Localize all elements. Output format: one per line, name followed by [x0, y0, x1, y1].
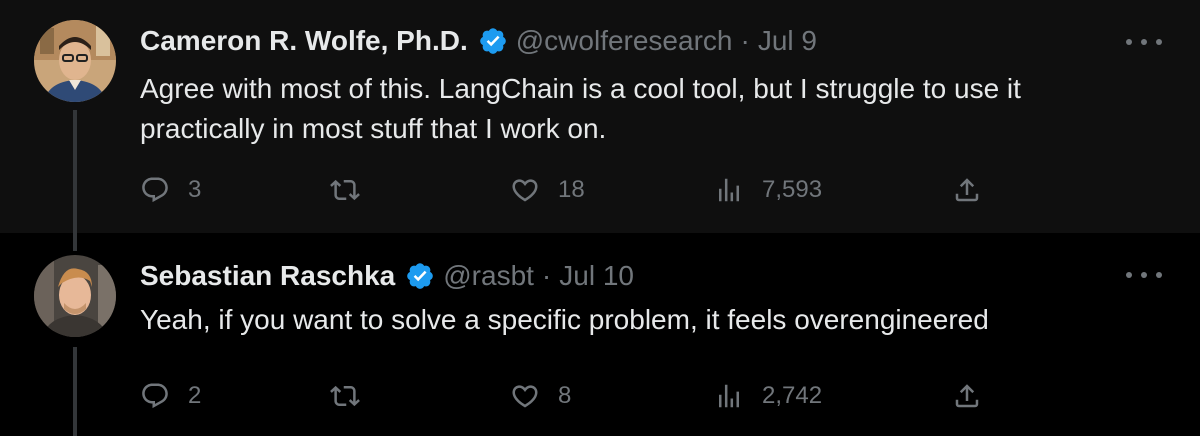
views-count: 2,742 [762, 382, 823, 409]
separator: · [740, 25, 750, 56]
views-count: 7,593 [762, 176, 823, 203]
tweet-date[interactable]: Jul 10 [559, 260, 634, 292]
tweet-header: Sebastian Raschka @rasbt · Jul 10 [140, 256, 634, 296]
avatar[interactable] [34, 255, 116, 337]
author-handle[interactable]: @rasbt [443, 260, 534, 292]
thread-line [73, 110, 77, 233]
share-button[interactable] [952, 170, 982, 210]
tweet[interactable]: Cameron R. Wolfe, Ph.D. @cwolferesearch … [0, 0, 1200, 233]
views-icon [714, 175, 744, 205]
retweet-icon [330, 175, 360, 205]
tweet-text: Agree with most of this. LangChain is a … [140, 73, 1021, 144]
share-icon [952, 381, 982, 411]
like-icon [510, 175, 540, 205]
more-icon[interactable] [1126, 265, 1162, 285]
share-icon [952, 175, 982, 205]
views-icon [714, 381, 744, 411]
tweet-header: Cameron R. Wolfe, Ph.D. @cwolferesearch … [140, 21, 817, 61]
avatar[interactable] [34, 20, 116, 102]
like-button[interactable]: 18 [510, 170, 585, 210]
retweet-icon [330, 381, 360, 411]
tweet-actions: 2 8 2,742 [140, 376, 1000, 416]
retweet-button[interactable] [330, 376, 378, 416]
thread-line [73, 233, 77, 251]
like-count: 8 [558, 382, 572, 409]
reply-count: 3 [188, 176, 202, 203]
reply-icon [140, 381, 170, 411]
views-button[interactable]: 2,742 [714, 376, 822, 416]
retweet-button[interactable] [330, 170, 378, 210]
reply-count: 2 [188, 382, 202, 409]
more-icon[interactable] [1126, 32, 1162, 52]
share-button[interactable] [952, 376, 982, 416]
author-handle[interactable]: @cwolferesearch [516, 25, 733, 57]
tweet[interactable]: Sebastian Raschka @rasbt · Jul 10 Yeah, … [0, 233, 1200, 436]
author-name[interactable]: Cameron R. Wolfe, Ph.D. [140, 25, 468, 57]
separator: · [541, 260, 552, 291]
like-button[interactable]: 8 [510, 376, 571, 416]
thread-line [73, 347, 77, 436]
like-icon [510, 381, 540, 411]
reply-button[interactable]: 2 [140, 376, 201, 416]
author-name[interactable]: Sebastian Raschka [140, 260, 395, 292]
verified-badge-icon [405, 261, 435, 291]
like-count: 18 [558, 176, 585, 203]
views-button[interactable]: 7,593 [714, 170, 822, 210]
tweet-actions: 3 18 7,593 [140, 170, 1000, 210]
reply-button[interactable]: 3 [140, 170, 201, 210]
reply-icon [140, 175, 170, 205]
verified-badge-icon [478, 26, 508, 56]
tweet-date[interactable]: Jul 9 [758, 25, 817, 57]
tweet-text: Yeah, if you want to solve a specific pr… [140, 304, 989, 335]
